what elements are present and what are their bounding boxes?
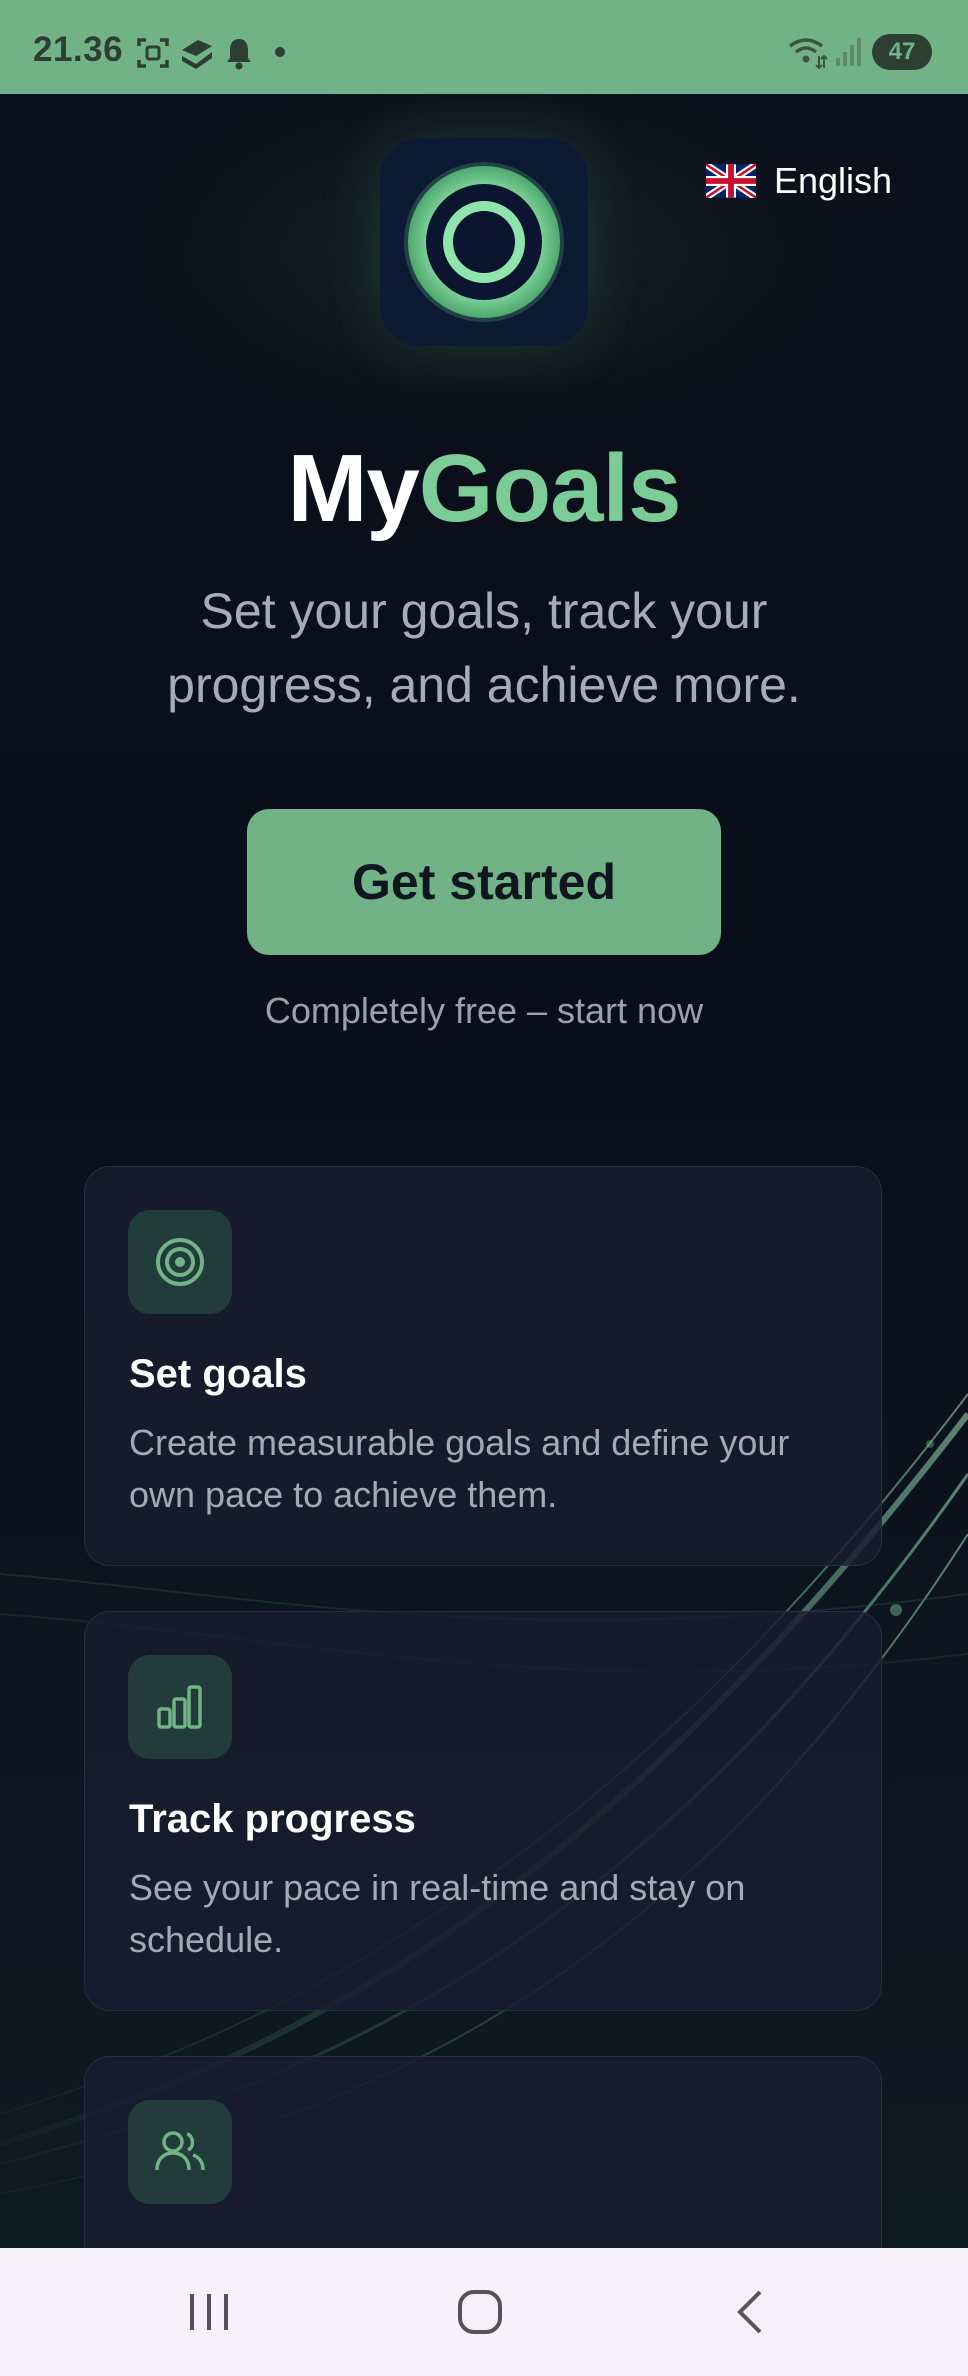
hero-subtitle: Set your goals, track your progress, and… [167,583,801,713]
feature-card-community [84,2056,882,2248]
feature-title: Set goals [129,1352,307,1396]
language-label: English [774,160,893,201]
language-selector[interactable]: English [706,160,892,202]
feature-description: See your pace in real-time and stay on s… [129,1867,746,1960]
title-part-my: My [287,435,419,542]
status-time: 21.36 [33,30,124,69]
home-icon[interactable] [456,2288,504,2336]
navigation-bar [0,2248,968,2376]
status-bar: 21.36 47 [0,0,968,94]
bell-icon [227,39,251,70]
feature-card-track-progress: Track progress See your pace in real-tim… [84,1611,882,2011]
signal-icon [836,38,861,66]
app-logo [380,138,588,346]
cta-note: Completely free – start now [264,990,704,1031]
back-icon[interactable] [730,2288,770,2336]
feature-title: Track progress [129,1797,416,1841]
wifi-icon [788,38,828,70]
layers-icon [182,40,212,69]
users-icon [128,2100,232,2204]
bar-chart-icon [128,1655,232,1759]
screenshot-icon [137,38,169,68]
target-ring-icon [404,162,564,322]
recents-icon[interactable] [186,2288,232,2336]
welcome-screen: English MyGoals Set your goals, track yo… [0,94,968,2248]
battery-icon: 47 [872,34,932,70]
title-part-goals: Goals [418,435,682,542]
app-title: MyGoals [0,434,968,544]
uk-flag-icon [706,164,756,198]
get-started-button[interactable]: Get started [247,809,721,955]
dot-icon [275,47,285,57]
feature-card-set-goals: Set goals Create measurable goals and de… [84,1166,882,1566]
target-icon [128,1210,232,1314]
feature-description: Create measurable goals and define your … [129,1422,790,1515]
